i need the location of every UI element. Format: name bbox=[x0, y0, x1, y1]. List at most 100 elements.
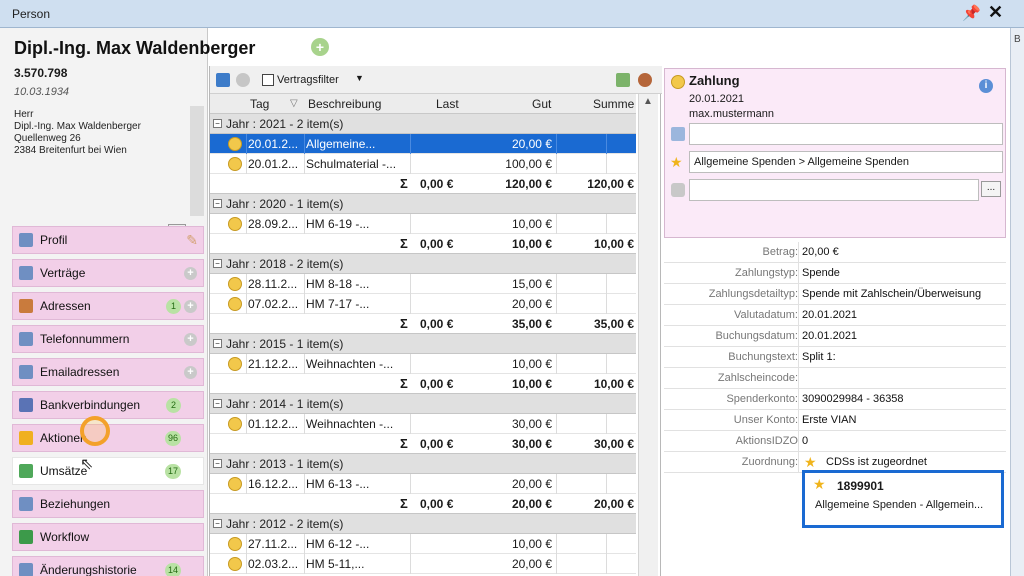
collapse-icon[interactable]: − bbox=[213, 459, 222, 468]
property-value[interactable]: Erste VIAN bbox=[802, 414, 856, 426]
sum-last: 0,00 € bbox=[420, 237, 454, 251]
relations-icon bbox=[19, 497, 33, 511]
column-header-gut[interactable]: Gut bbox=[532, 97, 551, 111]
collapse-icon[interactable]: − bbox=[213, 119, 222, 128]
collapse-icon[interactable]: − bbox=[213, 399, 222, 408]
add-icon[interactable]: + bbox=[184, 267, 197, 280]
cds-assignment-card[interactable]: ★ 1899901 Allgemeine Spenden - Allgemein..… bbox=[802, 470, 1004, 528]
add-icon[interactable]: + bbox=[184, 366, 197, 379]
group-row[interactable]: − Jahr : 2018 - 2 item(s) bbox=[210, 254, 636, 274]
table-row[interactable]: 28.11.2... HM 8-18 -... 15,00 € bbox=[210, 274, 636, 294]
group-row[interactable]: − Jahr : 2014 - 1 item(s) bbox=[210, 394, 636, 414]
coins-icon bbox=[671, 75, 685, 89]
property-value[interactable]: 0 bbox=[802, 435, 808, 447]
person-gray-icon[interactable] bbox=[236, 73, 250, 87]
table-row[interactable]: 01.12.2... Weihnachten -... 30,00 € bbox=[210, 414, 636, 434]
table-row[interactable]: 20.01.2... Schulmaterial -... 100,00 € bbox=[210, 154, 636, 174]
nav-item-label: Beziehungen bbox=[40, 497, 111, 511]
add-icon[interactable]: + bbox=[184, 300, 197, 313]
category-field[interactable]: Allgemeine Spenden > Allgemeine Spenden bbox=[689, 151, 1003, 173]
filter-funnel-icon[interactable]: ▽ bbox=[290, 98, 298, 109]
property-value[interactable]: Spende mit Zahlschein/Überweisung bbox=[802, 288, 981, 300]
table-row[interactable]: 20.01.2... Allgemeine... 20,00 € bbox=[210, 134, 636, 154]
property-value[interactable]: 20.01.2021 bbox=[802, 330, 857, 342]
column-header-last[interactable]: Last bbox=[436, 97, 459, 111]
group-row[interactable]: − Jahr : 2015 - 1 item(s) bbox=[210, 334, 636, 354]
properties-grid: Betrag: 20,00 € Zahlungstyp: Spende Zahlungs… bbox=[664, 242, 1006, 576]
export-icon[interactable] bbox=[216, 73, 230, 87]
grid-scrollbar[interactable]: ▲ bbox=[638, 94, 658, 576]
excel-icon[interactable] bbox=[616, 73, 630, 87]
property-value[interactable]: 20.01.2021 bbox=[802, 309, 857, 321]
window-titlebar: Person 📌 ✕ bbox=[0, 0, 1024, 28]
table-row[interactable]: 02.03.2... HM 5-11,... 20,00 € bbox=[210, 554, 636, 574]
sum-gut: 30,00 € bbox=[511, 437, 552, 451]
nav-item-profil[interactable]: Profil ✎ bbox=[12, 226, 204, 254]
click-highlight bbox=[80, 416, 110, 446]
group-row[interactable]: − Jahr : 2012 - 2 item(s) bbox=[210, 514, 636, 534]
cell-tag: 20.01.2... bbox=[248, 157, 299, 171]
count-badge: 96 bbox=[164, 431, 181, 446]
nav-item-label: Telefonnummern bbox=[40, 332, 130, 346]
nav-item-umsätze[interactable]: Umsätze 17 bbox=[12, 457, 204, 485]
property-value[interactable]: Spende bbox=[802, 267, 840, 279]
table-row[interactable]: 07.02.2... HM 7-17 -... 20,00 € bbox=[210, 294, 636, 314]
table-row[interactable]: 21.12.2... Weihnachten -... 10,00 € bbox=[210, 354, 636, 374]
nav-item-änderungshistorie[interactable]: Änderungshistorie 14 bbox=[12, 556, 204, 576]
column-header-beschreibung[interactable]: Beschreibung bbox=[308, 97, 381, 111]
add-person-button[interactable]: + bbox=[311, 38, 329, 56]
grid-toolbar: Vertragsfilter ▼ bbox=[210, 66, 662, 94]
lightning-icon bbox=[19, 431, 33, 445]
filter-dropdown-icon[interactable]: ▼ bbox=[355, 73, 364, 83]
add-icon[interactable]: + bbox=[184, 333, 197, 346]
cell-gut: 10,00 € bbox=[511, 357, 552, 371]
collapse-icon[interactable]: − bbox=[213, 339, 222, 348]
grid-header: Tag ▽ Beschreibung Last Gut Summe bbox=[210, 94, 636, 114]
person-brown-icon[interactable] bbox=[638, 73, 652, 87]
coins-icon bbox=[228, 157, 242, 171]
info-icon[interactable]: i bbox=[979, 79, 993, 93]
cell-beschreibung: HM 8-18 -... bbox=[306, 277, 370, 291]
lookup-dots-button[interactable]: ... bbox=[981, 181, 1001, 197]
property-value[interactable]: CDSs ist zugeordnet bbox=[826, 456, 927, 468]
nav-item-verträge[interactable]: Verträge + bbox=[12, 259, 204, 287]
nav-item-workflow[interactable]: Workflow bbox=[12, 523, 204, 551]
scroll-up-icon[interactable]: ▲ bbox=[643, 96, 653, 107]
cell-gut: 10,00 € bbox=[511, 537, 552, 551]
nav-item-beziehungen[interactable]: Beziehungen bbox=[12, 490, 204, 518]
nav-item-telefonnummern[interactable]: Telefonnummern + bbox=[12, 325, 204, 353]
collapse-icon[interactable]: − bbox=[213, 519, 222, 528]
nav-item-emailadressen[interactable]: Emailadressen + bbox=[12, 358, 204, 386]
nav-item-label: Profil bbox=[40, 233, 68, 247]
cell-gut: 20,00 € bbox=[511, 477, 552, 491]
sum-gut: 35,00 € bbox=[511, 317, 552, 331]
property-value[interactable]: 3090029984 - 36358 bbox=[802, 393, 904, 405]
table-row[interactable]: 16.12.2... HM 6-13 -... 20,00 € bbox=[210, 474, 636, 494]
pin-icon[interactable]: 📌 bbox=[962, 4, 981, 22]
nav-item-bankverbindungen[interactable]: Bankverbindungen 2 bbox=[12, 391, 204, 419]
table-row[interactable]: 28.09.2... HM 6-19 -... 10,00 € bbox=[210, 214, 636, 234]
group-row[interactable]: − Jahr : 2021 - 2 item(s) bbox=[210, 114, 636, 134]
transactions-grid: Tag ▽ Beschreibung Last Gut Summe − Jahr … bbox=[210, 94, 636, 576]
coins-icon bbox=[228, 417, 242, 431]
payment-detail-panel: Zahlung 20.01.2021 max.mustermann i ★ Al… bbox=[662, 66, 1008, 576]
group-row[interactable]: − Jahr : 2020 - 1 item(s) bbox=[210, 194, 636, 214]
vertragsfilter-checkbox[interactable] bbox=[262, 74, 274, 86]
address-scrollbar[interactable] bbox=[190, 106, 204, 216]
edit-pencil-icon[interactable]: ✎ bbox=[186, 232, 198, 249]
zahlung-text-field[interactable] bbox=[689, 123, 1003, 145]
nav-item-adressen[interactable]: Adressen 1 + bbox=[12, 292, 204, 320]
email-icon bbox=[19, 365, 33, 379]
collapse-icon[interactable]: − bbox=[213, 199, 222, 208]
property-value[interactable]: 20,00 € bbox=[802, 246, 839, 258]
close-icon[interactable]: ✕ bbox=[988, 2, 1003, 23]
sum-last: 0,00 € bbox=[420, 177, 454, 191]
table-row[interactable]: 27.11.2... HM 6-12 -... 10,00 € bbox=[210, 534, 636, 554]
bank-icon bbox=[19, 398, 33, 412]
column-header-summe[interactable]: Summe bbox=[593, 97, 634, 111]
collapse-icon[interactable]: − bbox=[213, 259, 222, 268]
column-header-tag[interactable]: Tag bbox=[250, 97, 269, 111]
property-value[interactable]: Split 1: bbox=[802, 351, 836, 363]
group-row[interactable]: − Jahr : 2013 - 1 item(s) bbox=[210, 454, 636, 474]
lookup-field[interactable] bbox=[689, 179, 979, 201]
